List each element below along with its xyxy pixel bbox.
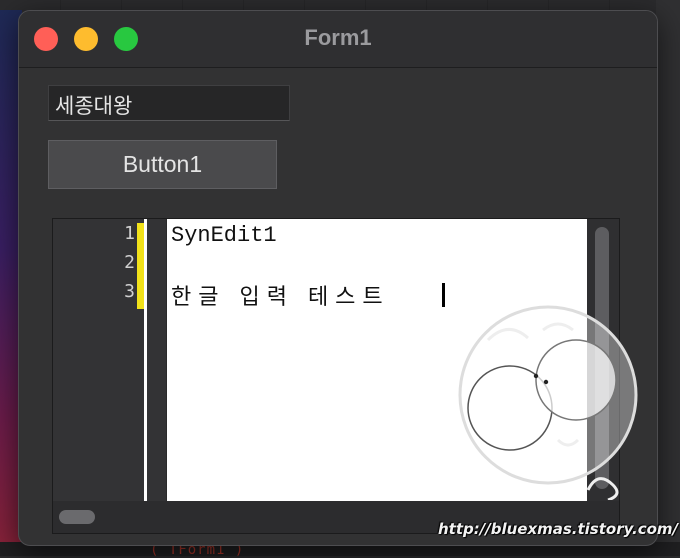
line-number: 3 — [124, 281, 135, 302]
synedit-editor[interactable]: 1 2 3 SynEdit1 한글 입력 테스트 — [52, 218, 620, 534]
desktop-background-right — [656, 0, 680, 556]
edit1-text-field[interactable]: 세종대왕 — [48, 85, 290, 121]
button1[interactable]: Button1 — [48, 140, 277, 189]
gutter-separator — [144, 219, 147, 501]
code-line: 한글 입력 테스트 — [171, 285, 390, 310]
form1-window: Form1 세종대왕 Button1 1 2 3 SynEdit1 한글 입력 … — [18, 10, 658, 546]
line-number: 1 — [124, 223, 135, 244]
vertical-scrollbar[interactable] — [587, 219, 619, 501]
code-line: SynEdit1 — [171, 223, 277, 248]
line-number: 2 — [124, 252, 135, 273]
editor-gutter: 1 2 3 — [53, 219, 166, 501]
editor-text-area[interactable]: SynEdit1 한글 입력 테스트 — [167, 219, 587, 501]
title-bar[interactable]: Form1 — [19, 11, 657, 68]
watermark-url: http://bluexmas.tistory.com/ — [438, 520, 679, 538]
vertical-scroll-thumb[interactable] — [595, 227, 609, 489]
text-caret — [442, 283, 445, 307]
desktop-background-top — [0, 0, 680, 10]
horizontal-scroll-thumb[interactable] — [59, 510, 95, 524]
window-title: Form1 — [304, 25, 372, 50]
modified-lines-marker — [137, 223, 144, 309]
